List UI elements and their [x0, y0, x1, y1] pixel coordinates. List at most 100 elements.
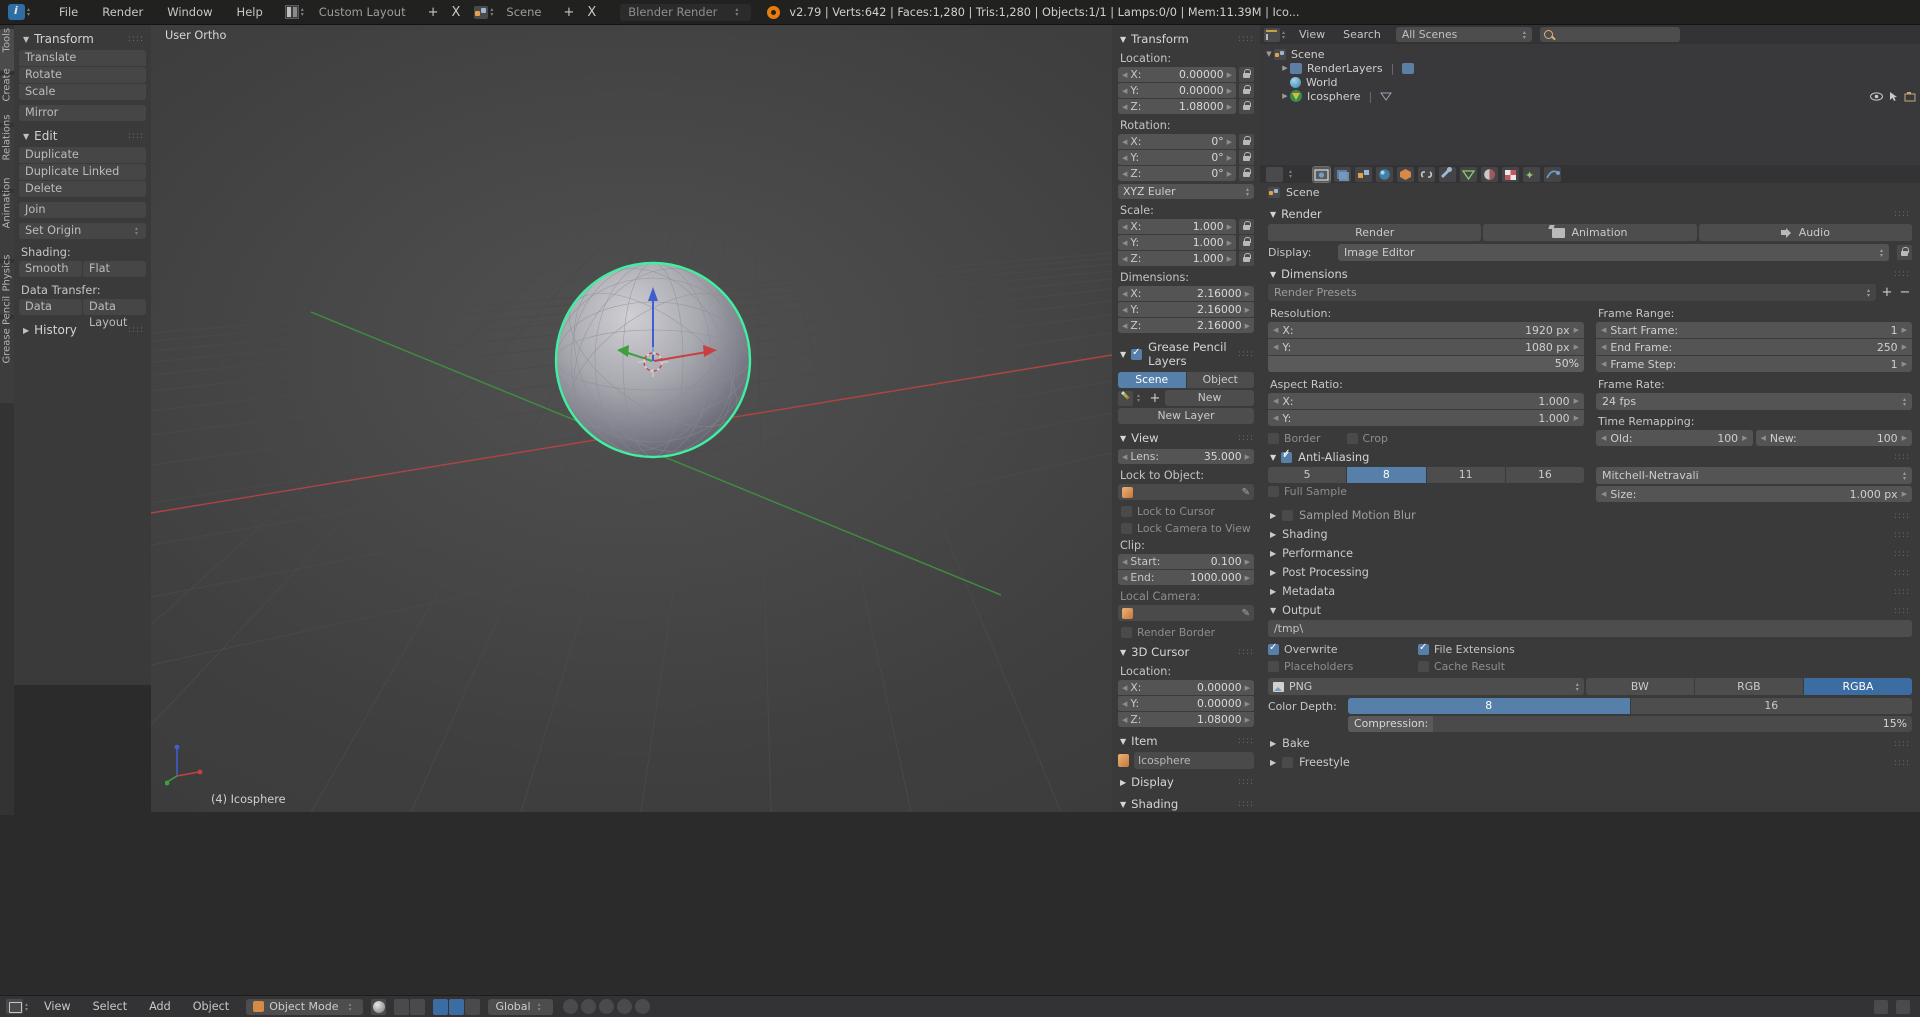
edit-pencil-icon[interactable]: ✎ [1242, 608, 1250, 619]
anti-aliasing-enable-checkbox[interactable]: ✓ [1281, 448, 1293, 463]
renderlayer-datablock-icon[interactable] [1402, 62, 1415, 74]
tooltab-animation[interactable]: Animation [0, 178, 14, 259]
data-button[interactable]: Data [19, 299, 82, 315]
aa-samples-8[interactable]: 8 [1347, 467, 1426, 483]
transform-panel-header[interactable]: ▼ Transform :::: [1118, 28, 1254, 50]
properties-editor-type-spinner[interactable]: ▴ ▾ [1289, 169, 1297, 180]
motion-blur-enable-checkbox[interactable] [1282, 510, 1294, 521]
gp-scene-button[interactable]: Scene [1118, 372, 1186, 388]
resolution-x-field[interactable]: ◀ X: 1920 px ▶ [1268, 322, 1584, 338]
render-panel-header[interactable]: ▼ Render :::: [1268, 204, 1912, 224]
join-button[interactable]: Join [19, 202, 146, 218]
clip-start-field[interactable]: ◀ Start: 0.100 ▶ [1118, 554, 1254, 569]
tab-physics[interactable] [1544, 166, 1561, 182]
menu-help[interactable]: Help [225, 5, 275, 19]
display-panel-header[interactable]: ▶ Display :::: [1118, 771, 1254, 793]
pivot-point-icon[interactable] [394, 998, 410, 1015]
file-extensions-checkbox[interactable] [1418, 642, 1429, 655]
outliner-editor-icon[interactable] [1264, 27, 1280, 42]
file-extensions-row[interactable]: File Extensions [1418, 642, 1515, 656]
color-mode-rgba[interactable]: RGBA [1803, 678, 1912, 695]
placeholders-row[interactable]: Placeholders [1268, 660, 1418, 673]
translate-button[interactable]: Translate [19, 50, 146, 66]
orientation-spinner[interactable]: ▴ ▾ [538, 1001, 546, 1012]
render-engine-selector[interactable]: Blender Render ▴ ▾ [620, 3, 752, 21]
performance-panel-header[interactable]: ▶ Performance :::: [1268, 544, 1912, 563]
set-origin-spinner[interactable]: ▴ ▾ [135, 226, 143, 237]
magnet-icon[interactable] [562, 999, 578, 1014]
aspect-x-field[interactable]: ◀ X: 1.000 ▶ [1268, 393, 1584, 409]
overwrite-checkbox[interactable] [1268, 642, 1279, 655]
location-y-field[interactable]: ◀ Y: 0.00000 ▶ [1118, 83, 1236, 98]
gp-new-plus-icon[interactable]: + [1147, 391, 1163, 406]
tab-scene[interactable] [1355, 166, 1372, 182]
gp-new-button[interactable]: New [1165, 390, 1254, 406]
add-preset-button[interactable]: + [1880, 285, 1894, 300]
footer-menu-add[interactable]: Add [138, 1000, 182, 1013]
tab-material[interactable] [1481, 166, 1498, 182]
scale-z-field[interactable]: ◀ Z: 1.000 ▶ [1118, 251, 1236, 266]
lock-scale-y-icon[interactable] [1239, 235, 1254, 250]
full-sample-checkbox[interactable] [1268, 486, 1279, 497]
lock-camera-to-view-row[interactable]: Lock Camera to View [1118, 520, 1254, 537]
cursor-x-field[interactable]: ◀ X: 0.00000 ▶ [1118, 680, 1254, 695]
outliner-search-input[interactable] [1539, 27, 1680, 42]
outliner-row-renderlayers[interactable]: ▶ RenderLayers | [1264, 61, 1920, 75]
start-frame-field[interactable]: ◀ Start Frame: 1 ▶ [1596, 322, 1912, 338]
editor-type-spinner[interactable]: ▴ ▾ [27, 7, 35, 18]
shading-panel-header[interactable]: ▼ Shading :::: [1118, 793, 1254, 812]
lock-rotation-y-icon[interactable] [1239, 150, 1254, 165]
aa-samples-5[interactable]: 5 [1268, 467, 1347, 483]
render-presets-dropdown[interactable]: Render Presets ▴ ▾ [1268, 284, 1876, 301]
lens-field[interactable]: ◀ Lens: 35.000 ▶ [1118, 449, 1254, 464]
options-icon[interactable] [1896, 999, 1910, 1014]
rotation-z-field[interactable]: ◀ Z: 0° ▶ [1118, 166, 1236, 181]
aa-samples-11[interactable]: 11 [1426, 467, 1505, 483]
aspect-y-field[interactable]: ◀ Y: 1.000 ▶ [1268, 410, 1584, 426]
lock-interface-icon[interactable] [1897, 245, 1912, 260]
border-checkbox-row[interactable]: Border [1268, 432, 1321, 445]
render-image-button[interactable]: Render [1268, 224, 1482, 241]
outliner-row-world[interactable]: World [1264, 75, 1920, 89]
edit-pencil-icon[interactable]: ✎ [1242, 487, 1250, 498]
item-name-field[interactable]: Icosphere [1134, 752, 1254, 769]
data-layout-button[interactable]: Data Layout [83, 299, 146, 329]
screen-layout-selector[interactable]: ▴ ▾ Custom Layout [284, 5, 406, 19]
remove-preset-button[interactable]: − [1898, 285, 1912, 300]
remove-scene-button[interactable]: X [587, 5, 596, 20]
mesh-data-icon[interactable] [1380, 91, 1393, 102]
output-path-field[interactable]: /tmp\ [1268, 620, 1912, 637]
time-remap-old-field[interactable]: ◀ Old: 100 ▶ [1596, 430, 1753, 446]
item-panel-header[interactable]: ▼ Item :::: [1118, 730, 1254, 752]
placeholders-checkbox[interactable] [1268, 661, 1279, 672]
cache-result-row[interactable]: Cache Result [1418, 660, 1505, 673]
display-mode-dropdown[interactable]: Image Editor ▴ ▾ [1338, 244, 1889, 261]
edit-section-header[interactable]: ▼ Edit :::: [19, 126, 146, 147]
gp-new-layer-button[interactable]: New Layer [1118, 408, 1254, 424]
duplicate-button[interactable]: Duplicate [19, 147, 146, 163]
render-border-row[interactable]: Render Border [1118, 624, 1254, 641]
expand-triangle-icon[interactable]: ▶ [1280, 92, 1290, 100]
lock-location-x-icon[interactable] [1239, 67, 1254, 82]
eye-icon[interactable] [1870, 91, 1883, 102]
shading-panel-header[interactable]: ▶ Shading :::: [1268, 525, 1912, 544]
post-processing-panel-header[interactable]: ▶ Post Processing :::: [1268, 563, 1912, 582]
viewport-shading-icon[interactable] [371, 998, 387, 1015]
pencil-icon[interactable] [1118, 390, 1133, 406]
lock-scale-z-icon[interactable] [1239, 251, 1254, 266]
camera-icon[interactable] [1904, 91, 1916, 102]
properties-editor-icon[interactable] [1266, 166, 1283, 182]
tab-particles[interactable]: ✦ [1523, 166, 1540, 182]
full-sample-checkbox-row[interactable]: Full Sample [1268, 485, 1347, 498]
end-frame-field[interactable]: ◀ End Frame: 250 ▶ [1596, 339, 1912, 355]
render-preview-icon[interactable] [1874, 999, 1888, 1014]
bake-panel-header[interactable]: ▶ Bake :::: [1268, 734, 1912, 753]
tooltab-tools[interactable]: Tools [0, 28, 14, 71]
3d-view-editor-icon[interactable] [6, 999, 23, 1014]
location-x-field[interactable]: ◀ X: 0.00000 ▶ [1118, 67, 1236, 82]
transform-orientation-selector[interactable]: Global ▴ ▾ [488, 998, 553, 1015]
tooltab-grease-pencil[interactable]: Grease Pencil [0, 296, 14, 403]
layout-spinner[interactable]: ▴ ▾ [301, 7, 309, 18]
manipulator-icon[interactable] [598, 999, 614, 1014]
remove-layout-button[interactable]: X [451, 5, 460, 20]
